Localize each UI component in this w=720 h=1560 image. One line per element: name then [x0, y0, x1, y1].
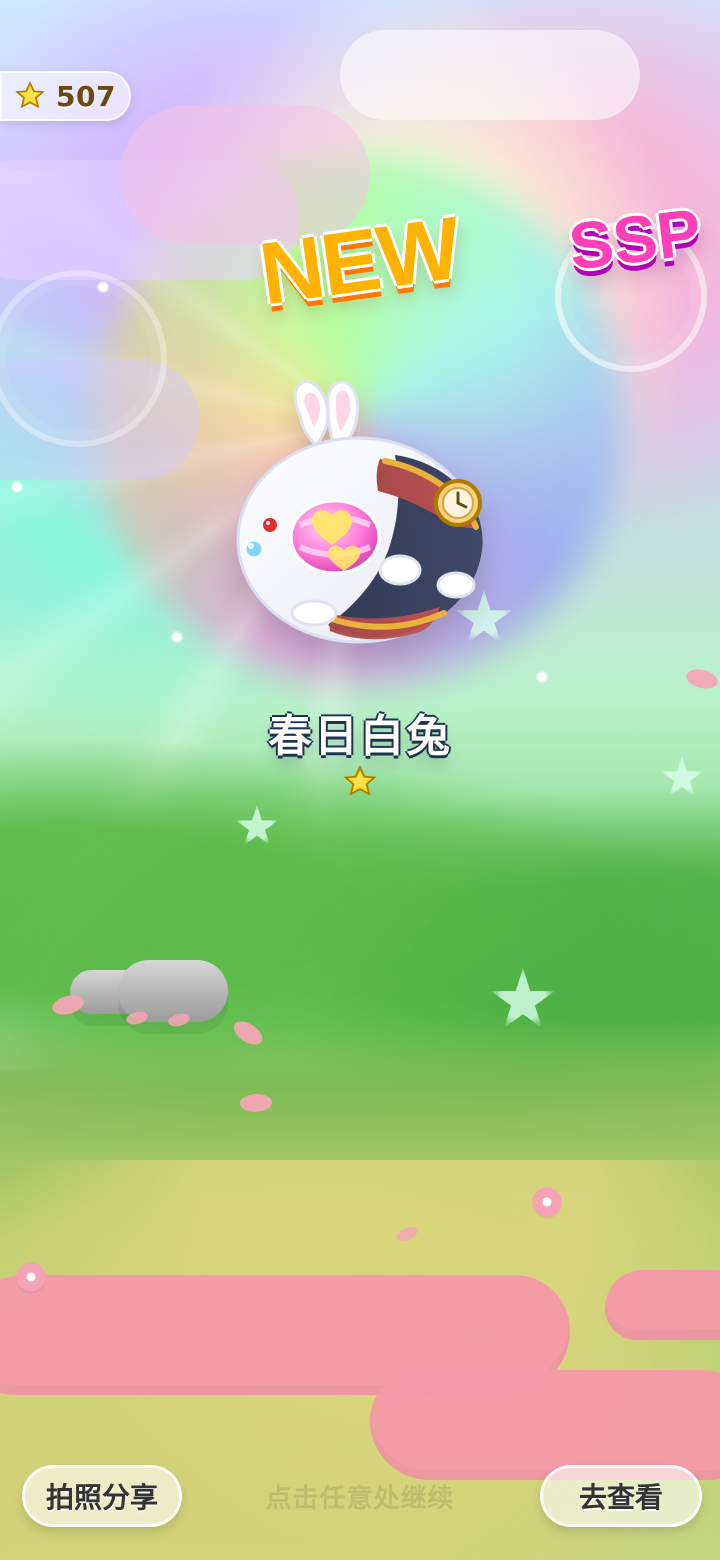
share-photo-button[interactable]: 拍照分享 — [22, 1465, 182, 1527]
rating-star-icon — [343, 765, 377, 796]
view-button[interactable]: 去查看 — [540, 1465, 702, 1527]
star-icon — [15, 81, 45, 109]
cherry-blossom — [14, 1260, 48, 1294]
sparkle — [170, 630, 184, 644]
pink-petal-pool — [605, 1270, 720, 1340]
sparkle — [96, 280, 110, 294]
cherry-blossom — [530, 1185, 564, 1219]
pink-petal-pool — [370, 1370, 720, 1480]
sparkle — [10, 480, 24, 494]
rabbit-character — [236, 380, 483, 644]
reward-title: 春日白兔 — [268, 711, 452, 762]
sparkle — [535, 670, 549, 684]
rarity-badge: SSP — [564, 194, 706, 284]
currency-amount: 507 — [56, 79, 116, 113]
currency-pill: 507 — [0, 71, 131, 121]
cloud — [340, 30, 640, 120]
reward-screen: 507 NEW SSP 春日白兔 拍照分享 去查看 — [0, 0, 720, 1560]
